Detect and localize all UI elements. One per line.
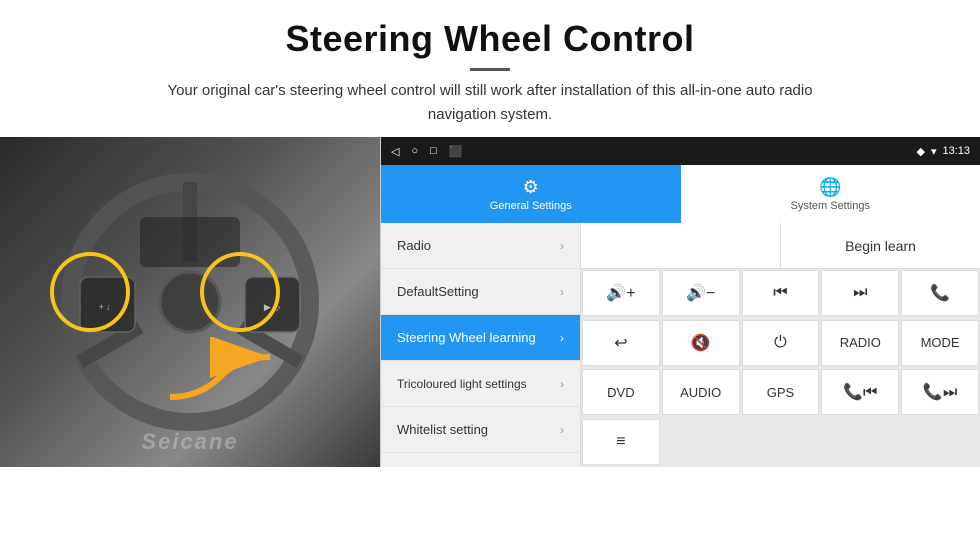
right-panel: Begin learn 🔊+ 🔊− ⏮ [581, 223, 980, 467]
back-icon: ↩ [614, 333, 627, 353]
title-divider [470, 68, 510, 71]
general-settings-icon: ⚙ [523, 177, 539, 198]
nav-tabs: ⚙ General Settings 🌐 System Settings [381, 165, 980, 223]
menu-item-default-arrow: › [560, 285, 564, 299]
ctrl-back[interactable]: ↩ [582, 320, 660, 366]
dvd-label: DVD [607, 385, 634, 400]
gps-label: GPS [767, 385, 794, 400]
page-header: Steering Wheel Control Your original car… [0, 0, 980, 137]
highlight-circle-right [200, 252, 280, 332]
tab-system-settings-label: System Settings [791, 200, 870, 212]
menu-icon: ≡ [616, 433, 625, 451]
ctrl-gps[interactable]: GPS [742, 369, 820, 415]
vol-up-icon: 🔊+ [606, 283, 635, 303]
status-time: 13:13 [942, 145, 970, 157]
audio-label: AUDIO [680, 385, 721, 400]
ctrl-mode[interactable]: MODE [901, 320, 979, 366]
power-icon: ⏻ [774, 334, 787, 352]
top-row: Begin learn [581, 223, 980, 269]
vol-down-icon: 🔊− [686, 283, 715, 303]
android-ui: ◁ ○ □ ⬛ ◆ ▾ 13:13 ⚙ General Settings [380, 137, 980, 467]
ctrl-power[interactable]: ⏻ [742, 320, 820, 366]
phone-next-icon: 📞⏭ [923, 382, 957, 402]
menu-item-whitelist-label: Whitelist setting [397, 422, 488, 437]
ctrl-vol-up[interactable]: 🔊+ [582, 270, 660, 316]
ctrl-next[interactable]: ⏭ [821, 270, 899, 316]
tab-system-settings[interactable]: 🌐 System Settings [681, 165, 980, 223]
ctrl-radio[interactable]: RADIO [821, 320, 899, 366]
ctrl-phone-prev[interactable]: 📞⏮ [821, 369, 899, 415]
page-title: Steering Wheel Control [40, 18, 940, 60]
menu-item-default-setting-label: DefaultSetting [397, 284, 479, 299]
menu-item-whitelist-arrow: › [560, 423, 564, 437]
ctrl-vol-down[interactable]: 🔊− [662, 270, 740, 316]
status-bar-left: ◁ ○ □ ⬛ [391, 145, 462, 158]
ctrl-phone[interactable]: 📞 [901, 270, 979, 316]
ctrl-menu[interactable]: ≡ [582, 419, 660, 465]
left-menu: Radio › DefaultSetting › Steering Wheel … [381, 223, 581, 467]
car-image-area: + ♩ ▶ ◇ [0, 137, 380, 467]
menu-item-whitelist[interactable]: Whitelist setting › [381, 407, 580, 453]
mute-icon: 🔇 [691, 333, 711, 353]
gps-status-icon: ◆ [916, 145, 924, 158]
ctrl-phone-next[interactable]: 📞⏭ [901, 369, 979, 415]
main-content: + ♩ ▶ ◇ [0, 137, 980, 467]
arrow-overlay [160, 337, 280, 417]
menu-item-steering-wheel[interactable]: Steering Wheel learning › [381, 315, 580, 361]
radio-label: RADIO [840, 335, 881, 350]
status-bar: ◁ ○ □ ⬛ ◆ ▾ 13:13 [381, 137, 980, 165]
ctrl-prev[interactable]: ⏮ [742, 270, 820, 316]
seicane-watermark: Seicane [141, 429, 238, 455]
prev-track-icon: ⏮ [773, 284, 787, 302]
menu-item-tricoloured-label: Tricoloured light settings [397, 377, 527, 391]
status-bar-right: ◆ ▾ 13:13 [916, 145, 970, 158]
screenshot-icon[interactable]: ⬛ [449, 145, 463, 158]
menu-item-radio-arrow: › [560, 239, 564, 253]
next-track-icon: ⏭ [853, 284, 867, 302]
top-row-empty [581, 223, 781, 268]
menu-item-steering-label: Steering Wheel learning [397, 330, 536, 345]
begin-learn-button[interactable]: Begin learn [781, 223, 980, 268]
menu-item-tricoloured[interactable]: Tricoloured light settings › [381, 361, 580, 407]
tab-general-settings[interactable]: ⚙ General Settings [381, 165, 681, 223]
tab-general-settings-label: General Settings [490, 200, 572, 212]
system-settings-icon: 🌐 [819, 177, 841, 198]
page-container: Steering Wheel Control Your original car… [0, 0, 980, 467]
menu-item-steering-arrow: › [560, 331, 564, 345]
menu-item-tricoloured-arrow: › [560, 377, 564, 391]
ctrl-audio[interactable]: AUDIO [662, 369, 740, 415]
mode-label: MODE [921, 335, 960, 350]
ctrl-dvd[interactable]: DVD [582, 369, 660, 415]
menu-item-radio-label: Radio [397, 238, 431, 253]
highlight-circle-left [50, 252, 130, 332]
recent-nav-icon[interactable]: □ [430, 145, 437, 157]
phone-icon: 📞 [930, 283, 950, 303]
menu-area: Radio › DefaultSetting › Steering Wheel … [381, 223, 980, 467]
wifi-status-icon: ▾ [931, 145, 937, 158]
ctrl-mute[interactable]: 🔇 [662, 320, 740, 366]
phone-prev-icon: 📞⏮ [843, 382, 877, 402]
controls-grid: 🔊+ 🔊− ⏮ ⏭ 📞 [581, 269, 980, 467]
menu-item-radio[interactable]: Radio › [381, 223, 580, 269]
back-nav-icon[interactable]: ◁ [391, 145, 399, 158]
home-nav-icon[interactable]: ○ [411, 145, 418, 157]
menu-item-default-setting[interactable]: DefaultSetting › [381, 269, 580, 315]
page-description: Your original car's steering wheel contr… [150, 79, 830, 127]
